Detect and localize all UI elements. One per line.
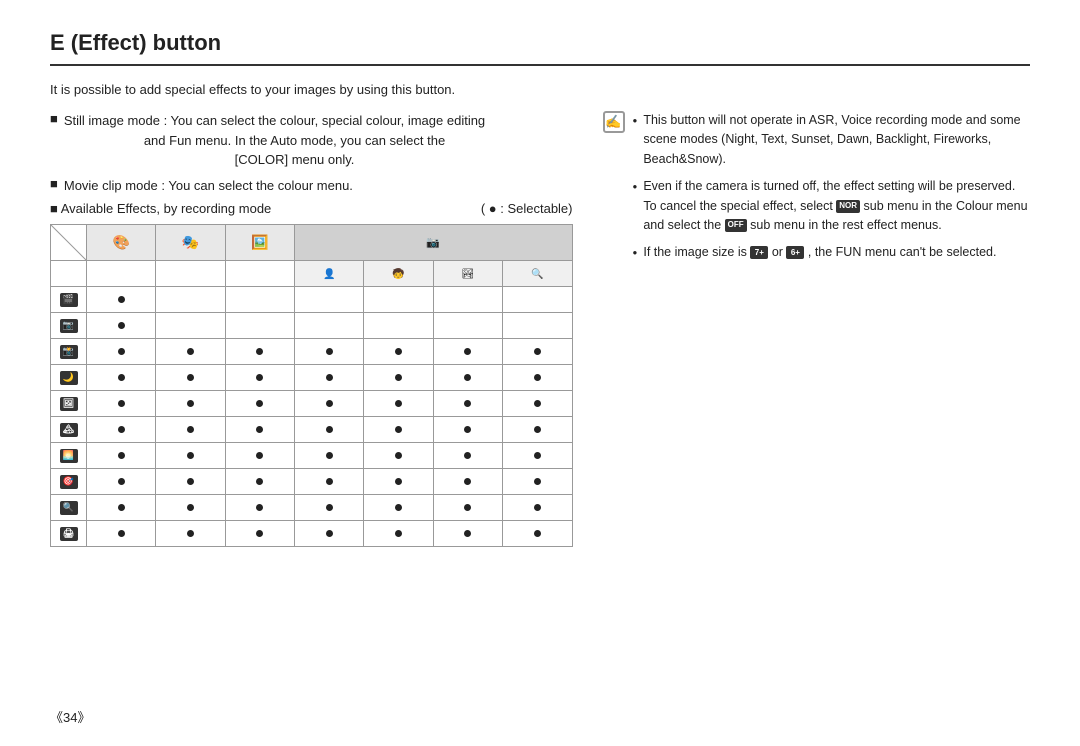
note-bullet-1: This button will not operate in ASR, Voi… bbox=[643, 111, 1030, 169]
row-icon-7: 🌅 bbox=[60, 449, 78, 463]
bullet-marker-1: ■ bbox=[50, 111, 58, 170]
table-row: 🖨 bbox=[51, 521, 573, 547]
table-row: 🖼 bbox=[51, 391, 573, 417]
bullet-marker-2: ■ bbox=[50, 176, 58, 196]
table-row: 🌅 bbox=[51, 443, 573, 469]
row-icon-cam-auto: 📷 bbox=[60, 319, 78, 333]
size-7-icon: 7+ bbox=[750, 246, 768, 259]
portrait-icon: 👤 bbox=[323, 269, 335, 280]
row-icon-cell: 📷 bbox=[51, 313, 87, 339]
note-bullet-2: Even if the camera is turned off, the ef… bbox=[643, 177, 1030, 235]
available-effects-label: ■ Available Effects, by recording mode bbox=[50, 201, 271, 216]
right-column: ✍ This button will not operate in ASR, V… bbox=[603, 111, 1031, 547]
col-header-edit: 🖼️ bbox=[225, 225, 294, 261]
sub-header-children: 🧒 bbox=[364, 261, 433, 287]
table-row: 🎯 bbox=[51, 469, 573, 495]
size-6-icon: 6+ bbox=[786, 246, 804, 259]
row-icon-6: 🏔 bbox=[60, 423, 78, 437]
table-row: 🏔 bbox=[51, 417, 573, 443]
sub-header-portrait: 👤 bbox=[295, 261, 364, 287]
row-icon-4: 🌙 bbox=[60, 371, 78, 385]
table-row: 🌙 bbox=[51, 365, 573, 391]
note-bullet-3: If the image size is 7+ or 6+ , the FUN … bbox=[643, 243, 996, 262]
available-effects-line: ■ Available Effects, by recording mode (… bbox=[50, 201, 573, 216]
note-item-1: This button will not operate in ASR, Voi… bbox=[633, 111, 1031, 169]
page-number: 《34》 bbox=[50, 707, 90, 726]
left-column: ■ Still image mode : You can select the … bbox=[50, 111, 573, 547]
closeup-icon: 🔍 bbox=[531, 269, 543, 280]
note-item-3: If the image size is 7+ or 6+ , the FUN … bbox=[633, 243, 1031, 262]
dot bbox=[118, 296, 125, 303]
row-icon-3: 📸 bbox=[60, 345, 78, 359]
bullet-text-1: Still image mode : You can select the co… bbox=[64, 111, 485, 170]
intro-text: It is possible to add special effects to… bbox=[50, 82, 1030, 97]
bullet-still-mode: ■ Still image mode : You can select the … bbox=[50, 111, 573, 170]
note-section: ✍ This button will not operate in ASR, V… bbox=[603, 111, 1031, 271]
col-header-special: 🎭 bbox=[156, 225, 225, 261]
col-header-fun: 📷 bbox=[295, 225, 572, 261]
row-icon-9: 🔍 bbox=[60, 501, 78, 515]
col-header-colour: 🎨 bbox=[87, 225, 156, 261]
sub-header-landscape: 🏞 bbox=[433, 261, 502, 287]
row-icon-5: 🖼 bbox=[60, 397, 78, 411]
colour-icon: 🎨 bbox=[112, 234, 129, 251]
dot bbox=[118, 322, 125, 329]
bullet-text-2: Movie clip mode : You can select the col… bbox=[64, 176, 353, 196]
table-row: 📸 bbox=[51, 339, 573, 365]
fun-icon: 📷 bbox=[426, 237, 440, 249]
note-bullets: This button will not operate in ASR, Voi… bbox=[633, 111, 1031, 271]
table-row: 📷 bbox=[51, 313, 573, 339]
image-edit-icon: 🖼️ bbox=[251, 234, 268, 251]
effects-table: 🎨 🎭 🖼️ 📷 bbox=[50, 224, 573, 547]
landscape-icon: 🏞 bbox=[462, 269, 475, 280]
bullet-movie-mode: ■ Movie clip mode : You can select the c… bbox=[50, 176, 573, 196]
table-row: 🎬 bbox=[51, 287, 573, 313]
table-row: 🔍 bbox=[51, 495, 573, 521]
off-icon: OFF bbox=[725, 219, 747, 232]
row-icon-10: 🖨 bbox=[60, 527, 78, 541]
special-colour-icon: 🎭 bbox=[182, 234, 199, 251]
note-icon: ✍ bbox=[603, 111, 625, 133]
row-icon-8: 🎯 bbox=[60, 475, 78, 489]
page-title: E (Effect) button bbox=[50, 30, 1030, 66]
note-item-2: Even if the camera is turned off, the ef… bbox=[633, 177, 1031, 235]
row-icon-movie1: 🎬 bbox=[60, 293, 78, 307]
selectable-legend: ( ● : Selectable) bbox=[481, 201, 573, 216]
row-icon-cell: 🎬 bbox=[51, 287, 87, 313]
nor-icon: NOR bbox=[836, 200, 860, 213]
sub-header-closeup: 🔍 bbox=[503, 261, 572, 287]
children-icon: 🧒 bbox=[392, 269, 404, 280]
